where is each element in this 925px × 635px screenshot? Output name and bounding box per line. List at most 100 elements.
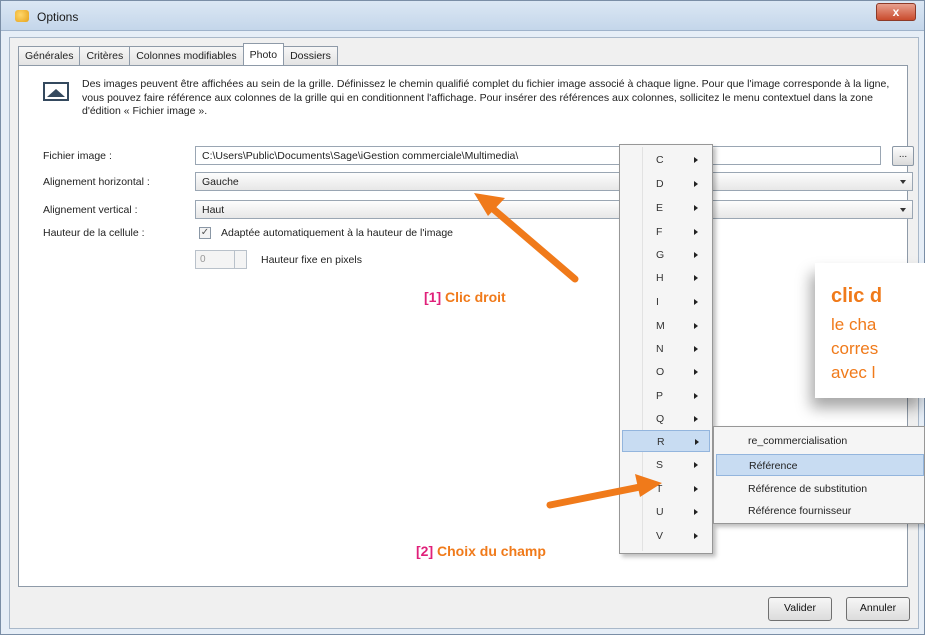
step-text: Choix du champ — [437, 543, 546, 559]
chevron-right-icon — [694, 462, 698, 468]
submenu-item-label: Référence de substitution — [748, 483, 868, 495]
callout-heading: clic d — [831, 285, 883, 307]
callout-line: le cha — [831, 315, 877, 334]
annotation-step-2: [2] Choix du champ — [416, 543, 546, 559]
menu-item-label: T — [656, 483, 663, 495]
tooltip-callout: clic d le cha corres avec l — [815, 263, 925, 398]
fixed-height-value: 0 — [200, 254, 206, 265]
chevron-right-icon — [694, 275, 698, 281]
menu-item-h[interactable]: H — [622, 267, 710, 289]
menu-item-c[interactable]: C — [622, 149, 710, 171]
menu-item-label: V — [656, 530, 664, 542]
menu-item-label: O — [656, 366, 665, 378]
menu-item-s[interactable]: S — [622, 454, 710, 476]
menu-item-n[interactable]: N — [622, 338, 710, 360]
tab-photo[interactable]: Photo — [242, 43, 285, 65]
submenu-item[interactable]: Référence fournisseur — [716, 500, 924, 522]
valign-label: Alignement vertical : — [43, 204, 138, 216]
chevron-right-icon — [694, 299, 698, 305]
window-title: Options — [37, 10, 79, 24]
chevron-right-icon — [694, 533, 698, 539]
menu-item-label: R — [657, 436, 665, 448]
step-number: [1] — [424, 289, 442, 305]
menu-item-p[interactable]: P — [622, 385, 710, 407]
menu-item-o[interactable]: O — [622, 361, 710, 383]
submenu-item-reference[interactable]: Référence — [716, 454, 924, 476]
submenu-item[interactable]: Référence de substitution — [716, 478, 924, 500]
valign-value: Haut — [202, 204, 225, 216]
validate-button[interactable]: Valider — [768, 597, 832, 621]
fixed-height-stepper[interactable]: 0 — [195, 250, 247, 269]
menu-item-label: G — [656, 249, 665, 261]
menu-item-label: U — [656, 506, 664, 518]
title-bar[interactable]: Options x — [1, 1, 924, 31]
tab-criteres[interactable]: Critères — [79, 46, 131, 66]
submenu-r: re_commercialisation Référence Référence… — [713, 426, 925, 524]
menu-item-q[interactable]: Q — [622, 408, 710, 430]
step-number: [2] — [416, 543, 434, 559]
menu-item-label: M — [656, 320, 665, 332]
menu-item-d[interactable]: D — [622, 173, 710, 195]
menu-item-label: N — [656, 343, 664, 355]
chevron-right-icon — [694, 323, 698, 329]
menu-item-u[interactable]: U — [622, 501, 710, 523]
menu-item-label: I — [656, 296, 659, 308]
menu-item-v[interactable]: V — [622, 525, 710, 547]
chevron-right-icon — [694, 181, 698, 187]
menu-item-label: F — [656, 226, 663, 238]
cell-height-label: Hauteur de la cellule : — [43, 227, 145, 239]
step-text: Clic droit — [445, 289, 506, 305]
picture-icon — [43, 82, 69, 101]
chevron-down-icon — [900, 180, 906, 184]
menu-item-label: C — [656, 154, 664, 166]
chevron-right-icon — [694, 346, 698, 352]
menu-item-m[interactable]: M — [622, 315, 710, 337]
file-image-input[interactable]: C:\Users\Public\Documents\Sage\iGestion … — [195, 146, 881, 165]
tab-colonnes-modifiables[interactable]: Colonnes modifiables — [129, 46, 244, 66]
close-button[interactable]: x — [876, 3, 916, 21]
submenu-item-label: Référence fournisseur — [748, 505, 852, 517]
callout-line: corres — [831, 339, 879, 358]
chevron-right-icon — [694, 509, 698, 515]
menu-item-r[interactable]: R — [622, 430, 710, 452]
chevron-right-icon — [694, 369, 698, 375]
menu-item-label: E — [656, 202, 664, 214]
submenu-item[interactable]: re_commercialisation — [716, 430, 924, 452]
menu-item-t[interactable]: T — [622, 478, 710, 500]
chevron-right-icon — [694, 205, 698, 211]
submenu-item-label: re_commercialisation — [748, 435, 848, 447]
menu-item-label: H — [656, 272, 664, 284]
auto-height-checkbox[interactable]: ✓ — [199, 227, 211, 239]
context-menu: C D E F G H I M N O P Q R S T U V — [619, 144, 713, 554]
valign-select[interactable]: Haut — [195, 200, 913, 219]
tab-generales[interactable]: Générales — [18, 46, 81, 66]
callout-line: avec l — [831, 363, 876, 382]
menu-item-label: Q — [656, 413, 665, 425]
menu-item-g[interactable]: G — [622, 244, 710, 266]
dialog-body: Générales Critères Colonnes modifiables … — [9, 37, 919, 629]
photo-description: Des images peuvent être affichées au sei… — [82, 78, 890, 117]
menu-item-i[interactable]: I — [622, 291, 710, 313]
menu-item-f[interactable]: F — [622, 221, 710, 243]
menu-item-label: D — [656, 178, 664, 190]
tab-dossiers[interactable]: Dossiers — [283, 46, 338, 66]
options-window: Options x Générales Critères Colonnes mo… — [0, 0, 925, 635]
browse-button[interactable]: ... — [892, 146, 914, 166]
app-icon — [15, 10, 29, 22]
chevron-right-icon — [694, 416, 698, 422]
menu-item-e[interactable]: E — [622, 197, 710, 219]
cancel-button[interactable]: Annuler — [846, 597, 910, 621]
chevron-right-icon — [695, 439, 699, 445]
chevron-right-icon — [694, 393, 698, 399]
auto-height-label: Adaptée automatiquement à la hauteur de … — [221, 227, 453, 239]
halign-label: Alignement horizontal : — [43, 176, 150, 188]
chevron-right-icon — [694, 157, 698, 163]
halign-select[interactable]: Gauche — [195, 172, 913, 191]
halign-value: Gauche — [202, 176, 239, 188]
chevron-right-icon — [694, 252, 698, 258]
menu-item-label: P — [656, 390, 664, 402]
spin-buttons[interactable] — [234, 251, 246, 268]
chevron-right-icon — [694, 229, 698, 235]
chevron-right-icon — [694, 486, 698, 492]
file-image-label: Fichier image : — [43, 150, 112, 162]
